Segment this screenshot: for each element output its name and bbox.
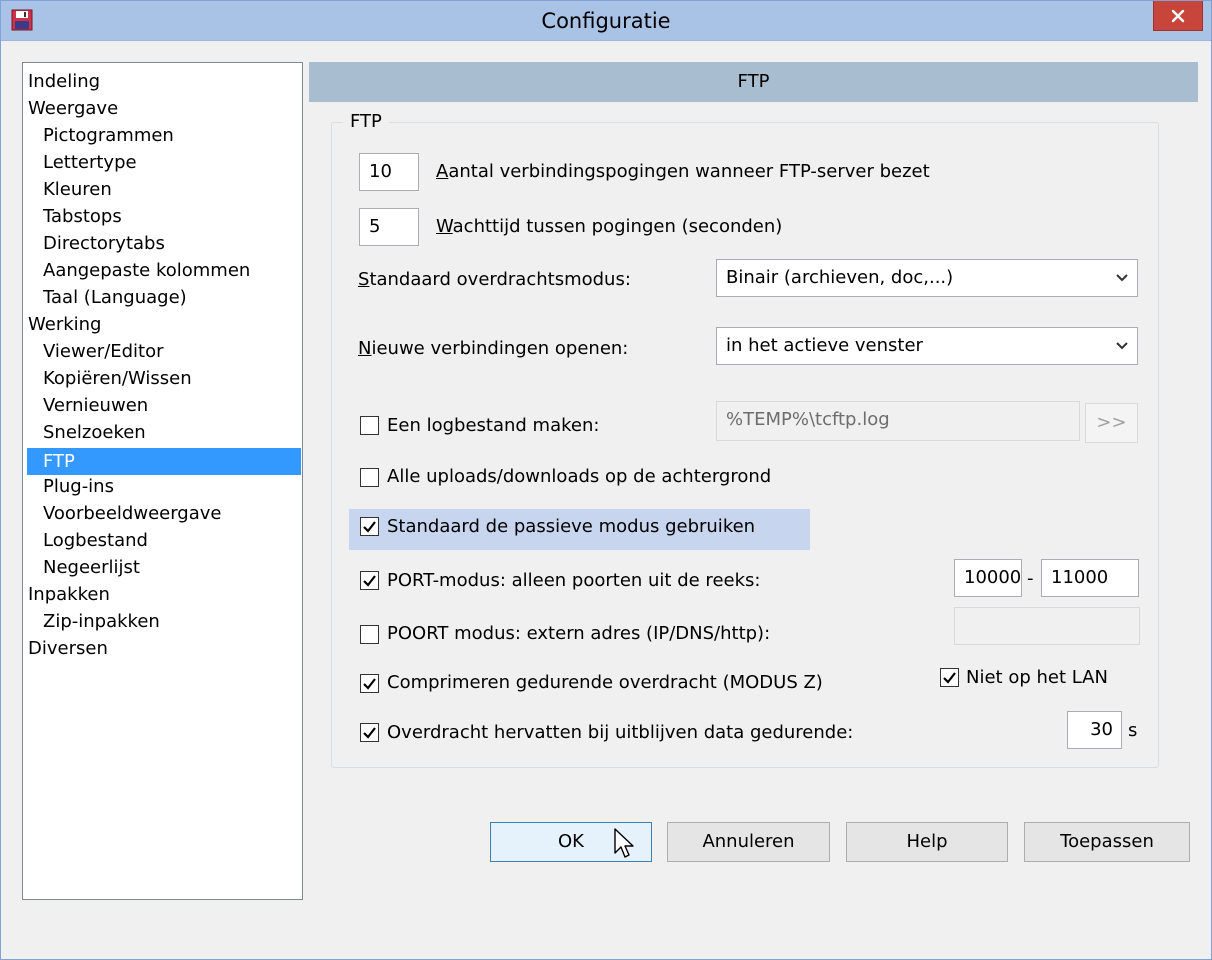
apply-button[interactable]: Toepassen xyxy=(1024,822,1190,862)
resume-checkbox[interactable] xyxy=(360,723,379,742)
not-lan-label: Niet op het LAN xyxy=(966,667,1108,688)
logfile-browse-button[interactable]: >> xyxy=(1085,403,1138,443)
cancel-button[interactable]: Annuleren xyxy=(667,822,830,862)
resume-seconds-input[interactable]: 30 xyxy=(1067,711,1122,749)
tree-item-tabstops[interactable]: Tabstops xyxy=(43,203,122,230)
tree-item-voorbeeldweergave[interactable]: Voorbeeldweergave xyxy=(43,500,221,527)
new-connections-label: Nieuwe verbindingen openen: xyxy=(358,337,628,361)
close-icon xyxy=(1171,9,1185,22)
tree-item-aangepaste-kolommen[interactable]: Aangepaste kolommen xyxy=(43,257,250,284)
mouse-cursor-icon xyxy=(614,828,634,858)
logfile-label: Een logbestand maken: xyxy=(387,415,600,436)
not-lan-checkbox[interactable] xyxy=(940,668,959,687)
external-address-label: POORT modus: extern adres (IP/DNS/http): xyxy=(387,623,771,644)
tree-item-diversen[interactable]: Diversen xyxy=(28,635,108,662)
transfer-mode-label: Standaard overdrachtsmodus: xyxy=(358,268,631,292)
retries-label: Aantal verbindingspogingen wanneer FTP-s… xyxy=(436,160,930,184)
chevron-down-icon xyxy=(1116,274,1128,282)
tree-item-kopieren-wissen[interactable]: Kopiëren/Wissen xyxy=(43,365,192,392)
title-bar[interactable]: Configuratie xyxy=(1,1,1211,41)
tree-item-logbestand[interactable]: Logbestand xyxy=(43,527,148,554)
wait-time-input[interactable]: 5 xyxy=(359,208,419,246)
tree-item-inpakken[interactable]: Inpakken xyxy=(28,581,110,608)
logfile-checkbox[interactable] xyxy=(360,416,379,435)
tree-item-viewer-editor[interactable]: Viewer/Editor xyxy=(43,338,164,365)
checkmark-icon xyxy=(363,727,376,739)
new-connections-select[interactable]: in het actieve venster xyxy=(716,327,1138,365)
transfer-mode-value: Binair (archieven, doc,...) xyxy=(726,267,954,288)
group-title: FTP xyxy=(343,110,389,134)
port-to-input[interactable]: 11000 xyxy=(1041,559,1139,597)
tree-item-weergave[interactable]: Weergave xyxy=(28,95,118,122)
wait-time-label-text: achttijd tussen pogingen (seconden) xyxy=(452,216,783,237)
port-range-checkbox[interactable] xyxy=(360,571,379,590)
tree-item-negeerlijst[interactable]: Negeerlijst xyxy=(43,554,140,581)
retries-input[interactable]: 10 xyxy=(359,153,419,191)
window-title: Configuratie xyxy=(541,9,671,33)
new-connections-label-text: ieuwe verbindingen openen: xyxy=(371,338,629,359)
tree-item-lettertype[interactable]: Lettertype xyxy=(43,149,137,176)
tree-item-taal[interactable]: Taal (Language) xyxy=(43,284,187,311)
tree-item-pictogrammen[interactable]: Pictogrammen xyxy=(43,122,174,149)
checkmark-icon xyxy=(363,575,376,587)
help-button[interactable]: Help xyxy=(846,822,1008,862)
tree-item-directorytabs[interactable]: Directorytabs xyxy=(43,230,165,257)
retries-accesskey: A xyxy=(436,161,449,182)
port-from-input[interactable]: 10000 xyxy=(954,559,1022,597)
compression-checkbox[interactable] xyxy=(360,674,379,693)
config-window: Configuratie Indeling Weergave Pictogram… xyxy=(0,0,1212,960)
transfer-mode-label-text: tandaard overdrachtsmodus: xyxy=(369,269,631,290)
resume-unit: s xyxy=(1128,720,1138,741)
external-address-checkbox[interactable] xyxy=(360,625,379,644)
port-range-dash: - xyxy=(1027,568,1034,589)
passive-mode-label: Standaard de passieve modus gebruiken xyxy=(387,516,756,537)
transfer-mode-select[interactable]: Binair (archieven, doc,...) xyxy=(716,259,1138,297)
external-address-input[interactable] xyxy=(954,607,1140,645)
background-label: Alle uploads/downloads op de achtergrond xyxy=(387,466,772,487)
transfer-mode-accesskey: S xyxy=(358,269,370,290)
close-button[interactable] xyxy=(1153,1,1203,31)
tree-item-zip-inpakken[interactable]: Zip-inpakken xyxy=(43,608,160,635)
tree-item-werking[interactable]: Werking xyxy=(28,311,101,338)
section-header: FTP xyxy=(309,62,1198,102)
passive-mode-checkbox[interactable] xyxy=(360,517,379,536)
wait-time-accesskey: W xyxy=(436,216,453,237)
wait-time-label: Wachttijd tussen pogingen (seconden) xyxy=(436,215,782,239)
port-range-label: PORT-modus: alleen poorten uit de reeks: xyxy=(387,570,761,591)
background-checkbox[interactable] xyxy=(360,468,379,487)
compression-label: Comprimeren gedurende overdracht (MODUS … xyxy=(387,672,823,693)
resume-label: Overdracht hervatten bij uitblijven data… xyxy=(387,722,854,743)
tree-item-snelzoeken[interactable]: Snelzoeken xyxy=(43,419,146,446)
tree-item-vernieuwen[interactable]: Vernieuwen xyxy=(43,392,148,419)
chevron-down-icon xyxy=(1116,342,1128,350)
tree-item-ftp[interactable]: FTP xyxy=(27,448,301,475)
tree-item-indeling[interactable]: Indeling xyxy=(28,68,100,95)
checkmark-icon xyxy=(943,672,956,684)
new-connections-value: in het actieve venster xyxy=(726,335,923,356)
new-connections-accesskey: N xyxy=(358,338,372,359)
tree-item-plug-ins[interactable]: Plug-ins xyxy=(43,473,114,500)
checkmark-icon xyxy=(363,521,376,533)
checkmark-icon xyxy=(363,678,376,690)
tree-item-kleuren[interactable]: Kleuren xyxy=(43,176,112,203)
ok-label: OK xyxy=(558,831,584,852)
retries-label-text: antal verbindingspogingen wanneer FTP-se… xyxy=(448,161,930,182)
settings-tree[interactable]: Indeling Weergave Pictogrammen Lettertyp… xyxy=(22,62,303,900)
logfile-path-input[interactable]: %TEMP%\tcftp.log xyxy=(716,401,1080,441)
